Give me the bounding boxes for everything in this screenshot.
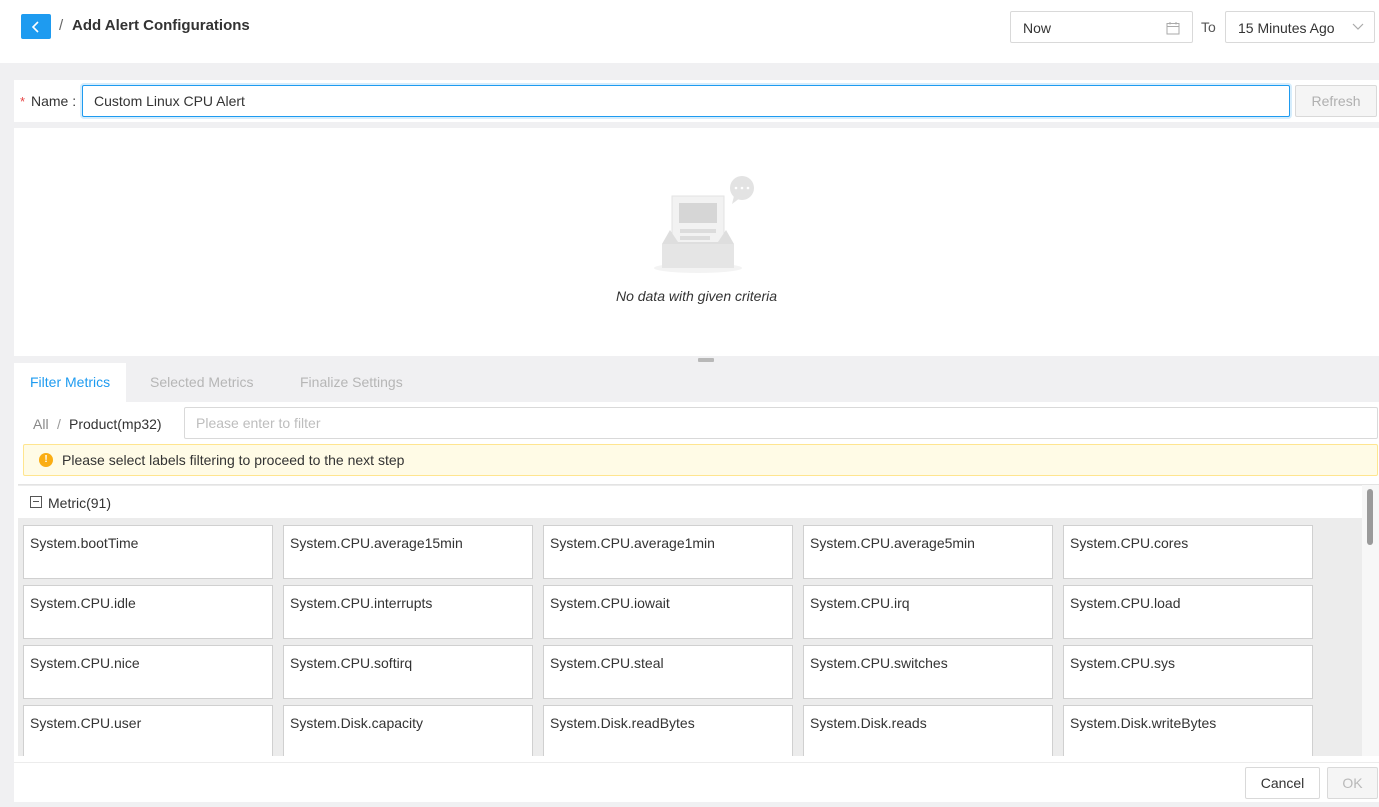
filter-panel: All / Product(mp32) ! Please select labe… bbox=[14, 402, 1379, 762]
metric-group-header[interactable]: Metric(91) bbox=[18, 486, 1362, 518]
warning-text: Please select labels filtering to procee… bbox=[62, 452, 405, 468]
back-button[interactable] bbox=[21, 14, 51, 39]
scrollbar[interactable] bbox=[1362, 485, 1379, 756]
metric-item[interactable]: System.CPU.cores bbox=[1063, 525, 1313, 579]
metric-item[interactable]: System.Disk.reads bbox=[803, 705, 1053, 756]
metric-item[interactable]: System.Disk.capacity bbox=[283, 705, 533, 756]
metric-item[interactable]: System.CPU.sys bbox=[1063, 645, 1313, 699]
top-header: / Add Alert Configurations Now To 15 Min… bbox=[0, 0, 1379, 63]
chevron-left-icon bbox=[31, 20, 39, 33]
cancel-button[interactable]: Cancel bbox=[1245, 767, 1320, 799]
breadcrumb-separator: / bbox=[59, 17, 64, 34]
required-mark: * bbox=[20, 94, 26, 109]
metric-item[interactable]: System.CPU.average15min bbox=[283, 525, 533, 579]
time-range-select[interactable]: 15 Minutes Ago bbox=[1225, 11, 1375, 43]
metric-item[interactable]: System.CPU.iowait bbox=[543, 585, 793, 639]
preview-panel: No data with given criteria bbox=[14, 128, 1379, 356]
metric-list: Metric(91) System.bootTime System.CPU.av… bbox=[18, 484, 1379, 756]
empty-inbox-icon bbox=[654, 176, 754, 273]
name-input[interactable] bbox=[82, 85, 1290, 117]
metric-item[interactable]: System.CPU.average1min bbox=[543, 525, 793, 579]
tab-selected-metrics[interactable]: Selected Metrics bbox=[134, 363, 269, 402]
tabs-bar: Filter Metrics Selected Metrics Finalize… bbox=[14, 363, 1379, 402]
refresh-button[interactable]: Refresh bbox=[1295, 85, 1377, 117]
metric-item[interactable]: System.bootTime bbox=[23, 525, 273, 579]
metric-item[interactable]: System.CPU.steal bbox=[543, 645, 793, 699]
metric-item[interactable]: System.CPU.softirq bbox=[283, 645, 533, 699]
start-time-value: Now bbox=[1023, 20, 1052, 36]
minus-square-icon[interactable] bbox=[30, 496, 42, 508]
page-title: Add Alert Configurations bbox=[72, 17, 250, 34]
metric-item[interactable]: System.CPU.load bbox=[1063, 585, 1313, 639]
name-form-row: * Name : Refresh bbox=[14, 80, 1379, 122]
empty-state-text: No data with given criteria bbox=[615, 288, 778, 304]
name-label: Name : bbox=[31, 93, 77, 109]
metric-item[interactable]: System.CPU.user bbox=[23, 705, 273, 756]
ok-button[interactable]: OK bbox=[1327, 767, 1378, 799]
tab-finalize-settings[interactable]: Finalize Settings bbox=[284, 363, 419, 402]
chevron-down-icon bbox=[1352, 23, 1364, 30]
metric-item[interactable]: System.Disk.readBytes bbox=[543, 705, 793, 756]
resize-handle[interactable] bbox=[698, 358, 714, 362]
metric-item[interactable]: System.CPU.nice bbox=[23, 645, 273, 699]
calendar-icon bbox=[1166, 22, 1180, 35]
filter-input[interactable] bbox=[184, 407, 1378, 439]
breadcrumb-all[interactable]: All bbox=[33, 416, 49, 432]
warning-alert: ! Please select labels filtering to proc… bbox=[23, 444, 1378, 476]
time-range-value: 15 Minutes Ago bbox=[1238, 20, 1335, 36]
metric-group-title: Metric(91) bbox=[48, 495, 112, 511]
tab-filter-metrics[interactable]: Filter Metrics bbox=[14, 363, 127, 402]
scrollbar-thumb[interactable] bbox=[1367, 489, 1373, 545]
to-label: To bbox=[1201, 19, 1216, 35]
metric-item[interactable]: System.CPU.idle bbox=[23, 585, 273, 639]
exclamation-circle-icon: ! bbox=[39, 453, 53, 467]
breadcrumb-separator: / bbox=[57, 416, 61, 432]
breadcrumb-product[interactable]: Product(mp32) bbox=[69, 416, 162, 432]
metric-item[interactable]: System.CPU.average5min bbox=[803, 525, 1053, 579]
metric-item[interactable]: System.Disk.writeBytes bbox=[1063, 705, 1313, 756]
metric-item[interactable]: System.CPU.switches bbox=[803, 645, 1053, 699]
footer-actions: Cancel OK bbox=[14, 762, 1379, 802]
metric-item[interactable]: System.CPU.irq bbox=[803, 585, 1053, 639]
metric-item[interactable]: System.CPU.interrupts bbox=[283, 585, 533, 639]
start-time-picker[interactable]: Now bbox=[1010, 11, 1193, 43]
